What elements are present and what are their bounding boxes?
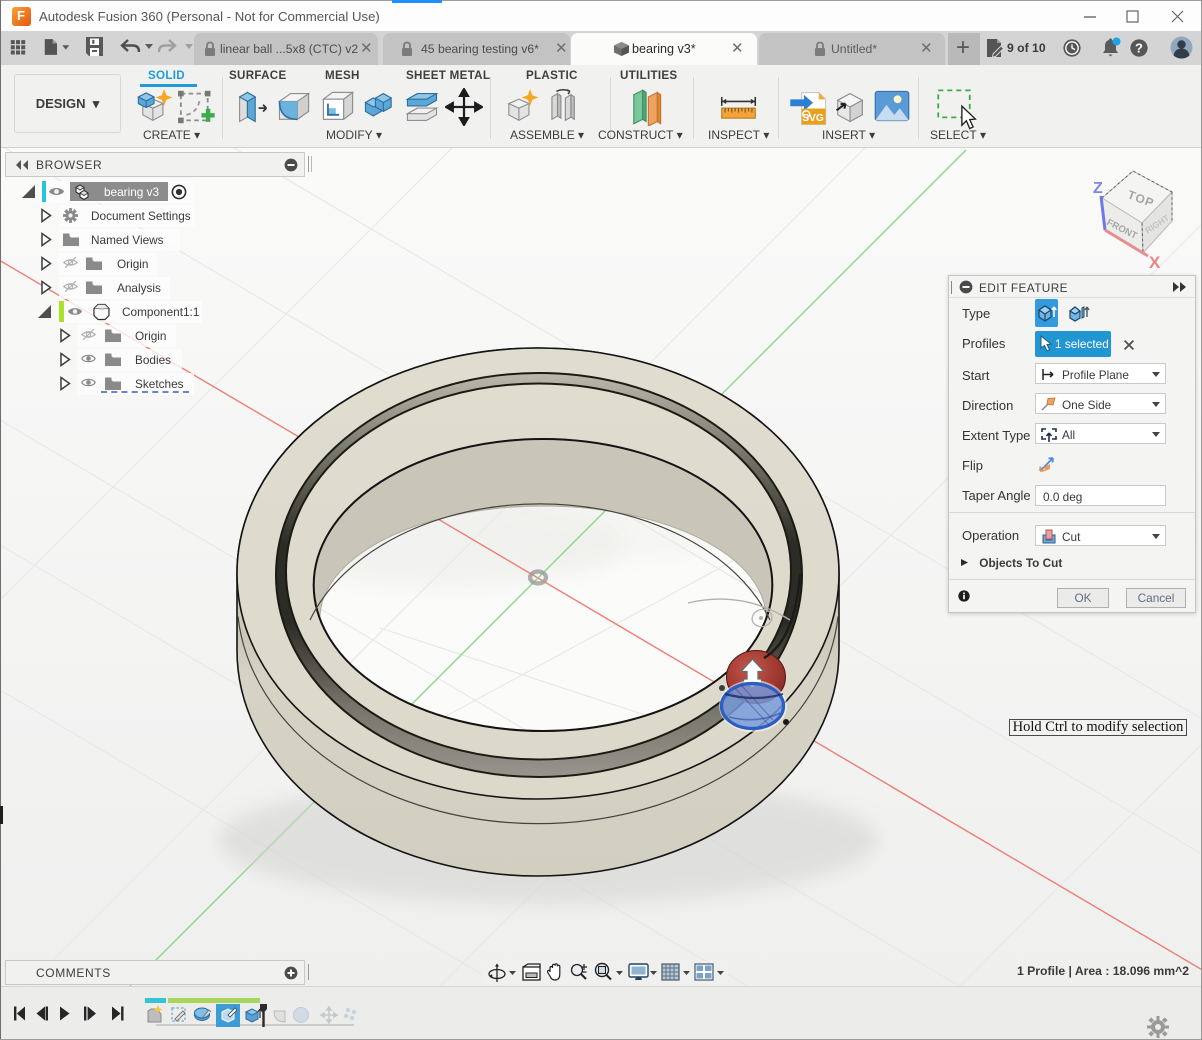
svg-text:?: ? bbox=[1135, 41, 1143, 56]
svg-text:SVG: SVG bbox=[802, 113, 824, 124]
